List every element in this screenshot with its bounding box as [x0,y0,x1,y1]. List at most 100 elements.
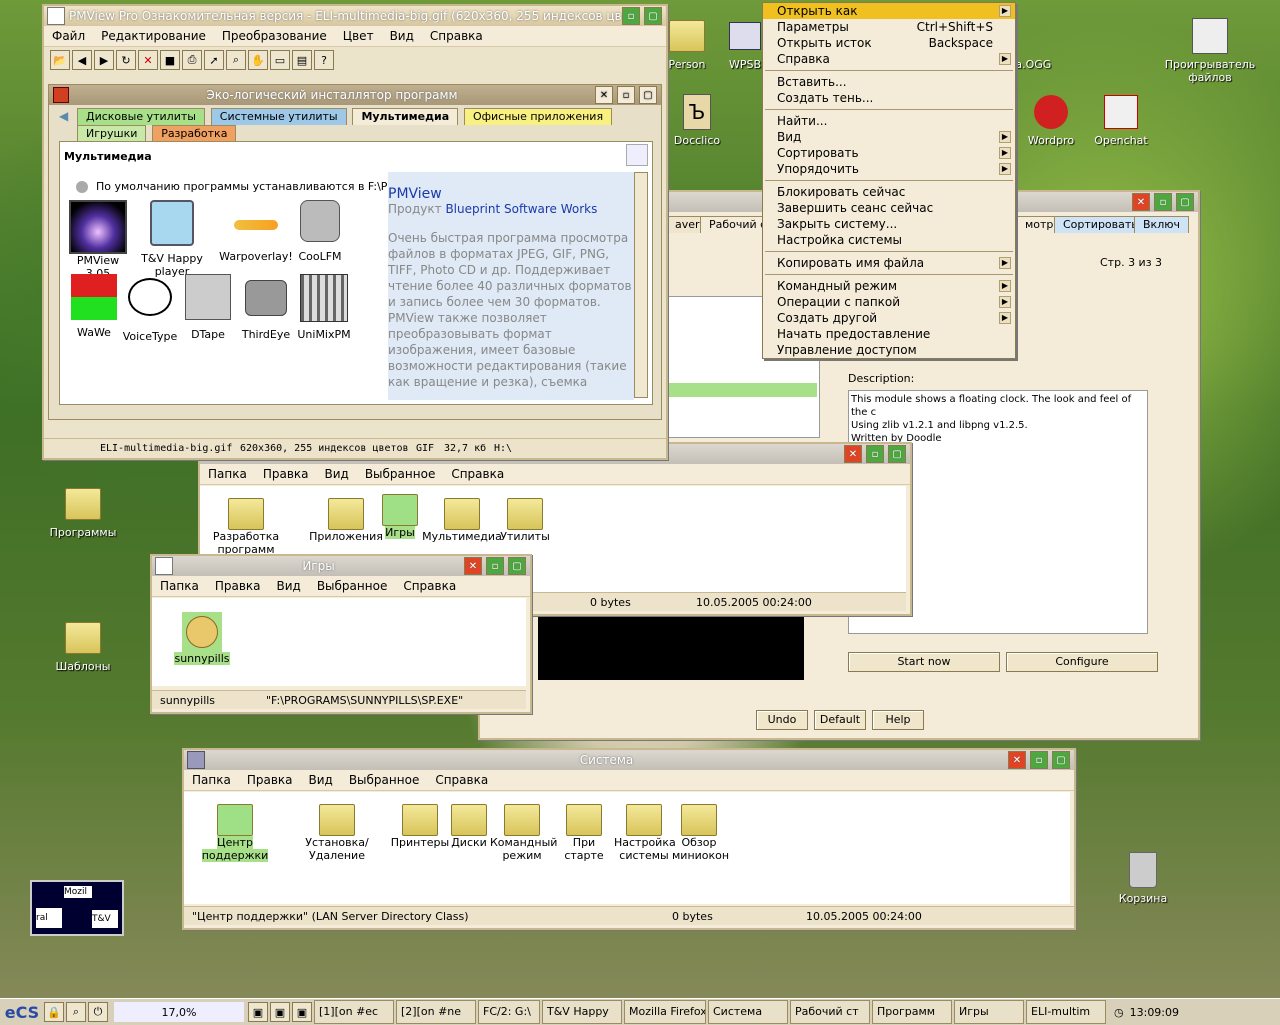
context-menu-item[interactable]: Создать другой ▶ [763,310,1015,326]
pmview-window[interactable]: PMView Pro Ознакомительная версия - ELI-… [42,4,668,460]
close-icon[interactable]: ✕ [1008,751,1026,769]
minimize-icon[interactable]: ▫ [622,7,640,25]
menu-view[interactable]: Вид [382,29,422,43]
mini-window-monitor[interactable]: Mozil T&V ral [30,880,124,936]
menu-edit[interactable]: Правка [207,579,269,593]
tray-icon-2[interactable]: ▣ [270,1002,290,1022]
games-titlebar[interactable]: Игры ✕ ▫ ▢ [152,556,530,576]
task-firefox[interactable]: Mozilla Firefox [624,1000,706,1024]
minimize-icon[interactable]: ▫ [617,86,635,104]
context-menu-item[interactable]: Открыть как ▶ [763,3,1015,19]
delete-icon[interactable]: ✕ [138,50,158,70]
tab-sort[interactable]: Сортировать [1054,216,1147,233]
context-menu-item[interactable]: Завершить сеанс сейчас [763,200,1015,216]
context-menu-item[interactable]: Вид ▶ [763,129,1015,145]
maximize-icon[interactable]: ▢ [639,86,657,104]
menu-edit[interactable]: Правка [255,467,317,481]
print-icon[interactable]: ⎙ [182,50,202,70]
maximize-icon[interactable]: ▢ [1176,193,1194,211]
folder-item-utilities[interactable]: Утилиты [490,498,560,543]
system-item-disks[interactable]: Диски [444,804,494,849]
task-tv-happy[interactable]: T&V Happy [542,1000,622,1024]
menu-help[interactable]: Справка [422,29,491,43]
minimize-icon[interactable]: ▫ [1030,751,1048,769]
menu-selected[interactable]: Выбранное [341,773,428,787]
task-workspace[interactable]: Рабочий ст [790,1000,870,1024]
app-wawe[interactable]: WaWe [66,274,122,339]
system-item-miniwin[interactable]: Обзор миниокон [672,804,729,862]
tab-system-utils[interactable]: Системные утилиты [210,108,347,125]
menu-selected[interactable]: Выбранное [357,467,444,481]
task-irc-2[interactable]: [2][on #ne [396,1000,476,1024]
search-icon[interactable]: ⌕ [66,1002,86,1022]
context-menu-item[interactable]: Настройка системы [763,232,1015,248]
maximize-icon[interactable]: ▢ [1052,751,1070,769]
default-button[interactable]: Default [814,710,866,730]
prev-icon[interactable]: ◀ [72,50,92,70]
context-menu-item[interactable]: Блокировать сейчас [763,184,1015,200]
save-icon[interactable]: ■ [160,50,180,70]
system-item-settings[interactable]: Настройка системы [614,804,676,862]
system-item-printers[interactable]: Принтеры [390,804,450,849]
folder-item-games[interactable]: Игры [370,494,430,539]
power-icon[interactable]: ⏻ [88,1002,108,1022]
desktop-context-menu[interactable]: Открыть как ▶ Параметры Ctrl+Shift+S Открыть… [762,2,1016,359]
task-programs[interactable]: Программ [872,1000,952,1024]
app-warpoverlay[interactable]: Warpoverlay! [218,200,294,263]
system-item-command[interactable]: Командный режим [490,804,557,862]
tab-office[interactable]: Офисные приложения [463,108,613,125]
app-tv-happy-player[interactable]: T&V Happy player [126,200,218,278]
menu-help[interactable]: Справка [395,579,464,593]
context-menu-item[interactable]: Параметры Ctrl+Shift+S [763,19,1015,35]
menu-folder[interactable]: Папка [184,773,239,787]
context-menu-item[interactable]: Вставить... [763,74,1015,90]
system-window[interactable]: Система ✕ ▫ ▢ Папка Правка Вид Выбранное… [182,748,1076,930]
app-dtape[interactable]: DTape [180,274,236,341]
app-voicetype[interactable]: VoiceType [122,274,178,343]
desc-scrollbar[interactable] [634,172,648,398]
menu-view[interactable]: Вид [269,579,309,593]
menu-selected[interactable]: Выбранное [309,579,396,593]
menu-help[interactable]: Справка [427,773,496,787]
next-icon[interactable]: ▶ [94,50,114,70]
tab-multimedia[interactable]: Мультимедиа [352,108,459,125]
task-fc[interactable]: FC/2: G:\ [478,1000,540,1024]
folder-item-development[interactable]: Разработка программ [206,498,286,556]
desktop-icon-openchat[interactable]: Openchat [1076,92,1166,147]
menu-folder[interactable]: Папка [152,579,207,593]
app-thirdeye[interactable]: ThirdEye [238,274,294,341]
pointer-icon[interactable]: ➚ [204,50,224,70]
context-menu-item[interactable]: Упорядочить ▶ [763,161,1015,177]
context-menu-item[interactable]: Операции с папкой ▶ [763,294,1015,310]
desktop-icon-player[interactable]: Проигрыватель файлов [1150,16,1270,84]
minimize-icon[interactable]: ▫ [866,445,884,463]
close-icon[interactable]: ✕ [464,557,482,575]
hand-icon[interactable]: ✋ [248,50,268,70]
menu-view[interactable]: Вид [301,773,341,787]
context-menu-item[interactable]: Найти... [763,113,1015,129]
system-item-support[interactable]: Центр поддержки [190,804,280,862]
menu-transform[interactable]: Преобразование [214,29,335,43]
settings-list-selected[interactable] [667,383,817,397]
context-menu-item[interactable]: Начать предоставление [763,326,1015,342]
system-item-startup[interactable]: При старте [554,804,614,862]
close-icon[interactable]: ✕ [1132,193,1150,211]
maximize-icon[interactable]: ▢ [508,557,526,575]
lock-icon[interactable]: 🔒 [44,1002,64,1022]
help-icon[interactable]: ? [314,50,334,70]
menu-help[interactable]: Справка [443,467,512,481]
task-system[interactable]: Система [708,1000,788,1024]
configure-button[interactable]: Configure [1006,652,1158,672]
tab-development[interactable]: Разработка [152,125,237,142]
zoom-icon[interactable]: ⌕ [226,50,246,70]
tabs-scroll-left-icon[interactable]: ◀ [59,109,68,123]
app-unimixpm[interactable]: UniMixPM [296,274,352,341]
help-button[interactable]: Help [872,710,924,730]
context-menu-item[interactable]: Создать тень... [763,90,1015,106]
menu-folder[interactable]: Папка [200,467,255,481]
menu-color[interactable]: Цвет [335,29,382,43]
pmview-titlebar[interactable]: PMView Pro Ознакомительная версия - ELI-… [44,6,666,26]
context-menu-item[interactable]: Справка ▶ [763,51,1015,67]
menu-file[interactable]: Файл [44,29,93,43]
app-coolfm[interactable]: CooLFM [292,200,348,263]
